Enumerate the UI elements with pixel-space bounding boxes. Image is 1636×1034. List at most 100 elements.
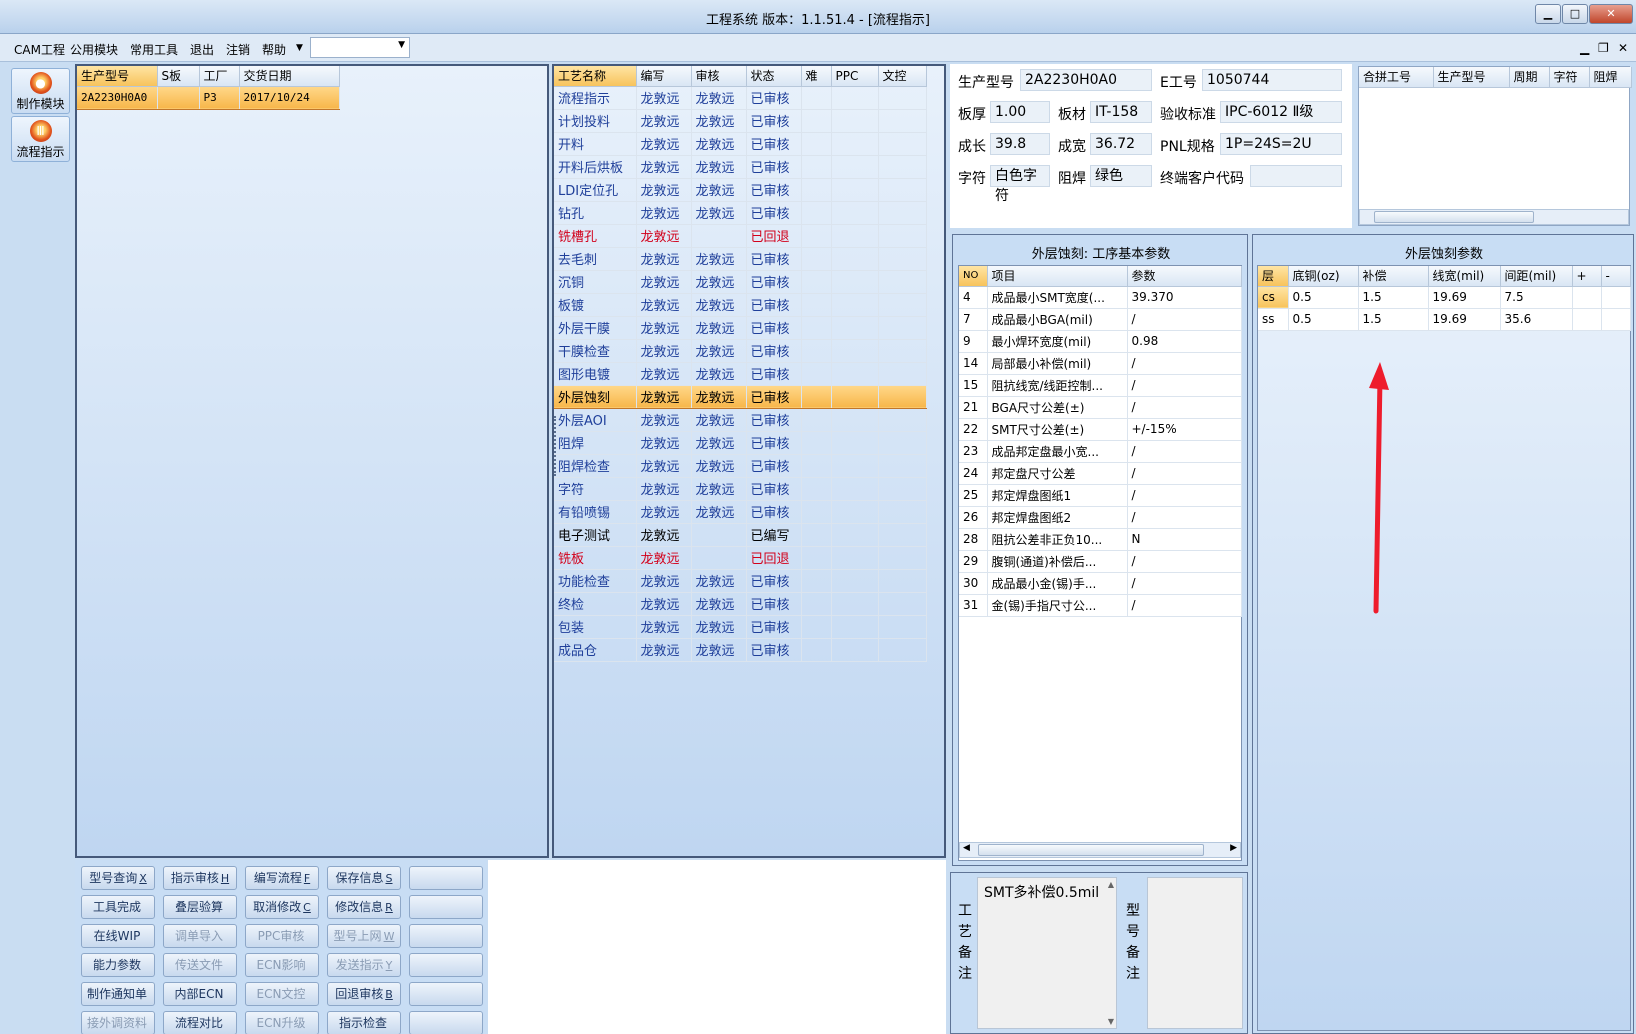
table-row[interactable]: 成品仓 龙敦远 龙敦远 已审核 [554, 638, 927, 662]
menu-common-modules[interactable]: 公用模块 [70, 41, 118, 58]
table-row[interactable]: 4 成品最小SMT宽度(... 39.370 [959, 286, 1242, 309]
action-button-7[interactable]: 取消修改 C [245, 895, 319, 919]
make-module-button[interactable]: ● 制作模块 [11, 68, 70, 114]
orders-col-delivery[interactable]: 交货日期 [239, 66, 340, 87]
table-row[interactable]: 9 最小焊环宽度(mil) 0.98 [959, 330, 1242, 353]
blank-button-24[interactable] [409, 982, 483, 1006]
action-button-3[interactable]: 保存信息 S [327, 866, 401, 890]
field-width[interactable]: 36.72 [1090, 133, 1152, 155]
merge-col-model[interactable]: 生产型号 [1433, 67, 1510, 88]
blank-button-9[interactable] [409, 895, 483, 919]
table-row[interactable]: 15 阻抗线宽/线距控制... / [959, 374, 1242, 397]
field-material[interactable]: IT-158 [1090, 101, 1152, 123]
field-acceptance[interactable]: IPC-6012 Ⅱ级 [1220, 101, 1342, 123]
minimize-button[interactable]: ▁ [1535, 4, 1561, 24]
scroll-down-icon[interactable]: ▼ [1108, 1017, 1114, 1026]
table-row[interactable]: 7 成品最小BGA(mil) / [959, 308, 1242, 331]
process-col-reviewer[interactable]: 审核 [691, 66, 747, 87]
process-col-doc-control[interactable]: 文控 [878, 66, 927, 87]
action-button-1[interactable]: 指示审核 H [163, 866, 237, 890]
mdi-restore-icon[interactable]: ❐ [1598, 41, 1609, 55]
table-row[interactable]: 铣槽孔 龙敦远 已回退 [554, 224, 927, 248]
action-button-27[interactable]: ECN升级 [245, 1011, 319, 1034]
flow-indication-button[interactable]: Ⅲ 流程指示 [11, 116, 70, 162]
blank-button-4[interactable] [409, 866, 483, 890]
etch-col-line-width[interactable]: 线宽(mil) [1428, 266, 1501, 287]
blank-button-29[interactable] [409, 1011, 483, 1034]
table-row[interactable]: 开料后烘板 龙敦远 龙敦远 已审核 [554, 155, 927, 179]
splitter-handle[interactable] [554, 416, 558, 476]
action-button-20[interactable]: 制作通知单 [81, 982, 155, 1006]
table-row[interactable]: 31 金(锡)手指尺寸公... / [959, 594, 1242, 617]
maximize-button[interactable]: □ [1562, 4, 1588, 24]
action-button-25[interactable]: 接外调资料 [81, 1011, 155, 1034]
field-pnl[interactable]: 1P=24S=2U [1220, 133, 1342, 155]
table-row[interactable]: 21 BGA尺寸公差(±) / [959, 396, 1242, 419]
mdi-minimize-icon[interactable]: ▁ [1580, 41, 1589, 55]
action-button-28[interactable]: 指示检查 [327, 1011, 401, 1034]
table-row[interactable]: 流程指示 龙敦远 龙敦远 已审核 [554, 86, 927, 110]
table-row[interactable]: 开料 龙敦远 龙敦远 已审核 [554, 132, 927, 156]
blank-button-14[interactable] [409, 924, 483, 948]
action-button-26[interactable]: 流程对比 [163, 1011, 237, 1034]
process-col-ppc[interactable]: PPC [831, 66, 879, 87]
table-row[interactable]: 钻孔 龙敦远 龙敦远 已审核 [554, 201, 927, 225]
table-row[interactable]: 干膜检查 龙敦远 龙敦远 已审核 [554, 339, 927, 363]
action-button-22[interactable]: ECN文控 [245, 982, 319, 1006]
action-button-16[interactable]: 传送文件 [163, 953, 237, 977]
etch-col-spacing[interactable]: 间距(mil) [1500, 266, 1573, 287]
action-button-12[interactable]: PPC审核 [245, 924, 319, 948]
merge-col-soldermask[interactable]: 阻焊 [1589, 67, 1632, 88]
basic-col-param[interactable]: 参数 [1127, 266, 1242, 287]
etch-col-minus[interactable]: - [1601, 266, 1631, 287]
scrollbar-thumb[interactable] [978, 844, 1204, 856]
process-col-status[interactable]: 状态 [746, 66, 802, 87]
process-col-difficulty[interactable]: 难 [801, 66, 832, 87]
table-row[interactable]: 26 邦定焊盘图纸2/ [959, 506, 1242, 529]
table-row[interactable]: 2A2230H0A0 P3 2017/10/24 [77, 85, 340, 110]
etch-col-plus[interactable]: + [1572, 266, 1602, 287]
model-remark-textarea[interactable] [1147, 877, 1243, 1029]
table-row[interactable]: 外层蚀刻 龙敦远 龙敦远 已审核 [554, 384, 927, 409]
process-remark-textarea[interactable]: SMT多补偿0.5mil ▲ ▼ [977, 877, 1117, 1029]
table-row[interactable]: 29 腹铜(通道)补偿后... / [959, 550, 1242, 573]
process-col-writer[interactable]: 编写 [636, 66, 692, 87]
etch-col-layer[interactable]: 层 [1258, 266, 1289, 287]
table-row[interactable]: 阻焊 龙敦远 龙敦远 已审核 [554, 431, 927, 455]
menu-logout[interactable]: 注销 [226, 41, 250, 58]
scroll-left-icon[interactable]: ◀ [963, 843, 970, 853]
field-silkscreen[interactable]: 白色字符 [990, 165, 1050, 204]
action-button-0[interactable]: 型号查询 X [81, 866, 155, 890]
field-thickness[interactable]: 1.00 [990, 101, 1050, 123]
table-row[interactable]: 14 局部最小补偿(mil) / [959, 352, 1242, 375]
menu-exit[interactable]: 退出 [190, 41, 214, 58]
table-row[interactable]: 23 成品邦定盘最小宽... / [959, 440, 1242, 463]
field-end-customer[interactable] [1250, 165, 1342, 187]
table-row[interactable]: 板镀 龙敦远 龙敦远 已审核 [554, 293, 927, 317]
table-row[interactable]: 25 邦定焊盘图纸1/ [959, 484, 1242, 507]
table-row[interactable]: 有铅喷锡 龙敦远 龙敦远 已审核 [554, 500, 927, 524]
menu-help-dropdown-icon[interactable]: ▼ [296, 43, 303, 53]
basic-col-item[interactable]: 项目 [987, 266, 1128, 287]
scroll-up-icon[interactable]: ▲ [1108, 880, 1114, 889]
table-row[interactable]: 24 邦定盘尺寸公差 / [959, 462, 1242, 485]
action-button-6[interactable]: 叠层验算 [163, 895, 237, 919]
action-button-17[interactable]: ECN影响 [245, 953, 319, 977]
merge-col-silkscreen[interactable]: 字符 [1549, 67, 1590, 88]
table-row[interactable]: 外层干膜 龙敦远 龙敦远 已审核 [554, 316, 927, 340]
orders-col-s-board[interactable]: S板 [157, 66, 200, 87]
merge-col-job[interactable]: 合拼工号 [1359, 67, 1434, 88]
menu-help[interactable]: 帮助 [262, 41, 286, 58]
basic-col-no[interactable]: NO [959, 266, 988, 287]
table-row[interactable]: 图形电镀 龙敦远 龙敦远 已审核 [554, 362, 927, 386]
merge-col-cycle[interactable]: 周期 [1509, 67, 1550, 88]
action-button-10[interactable]: 在线WIP [81, 924, 155, 948]
table-row[interactable]: 外层AOI 龙敦远 龙敦远 已审核 [554, 408, 927, 432]
table-row[interactable]: 包装 龙敦远 龙敦远 已审核 [554, 615, 927, 639]
table-row[interactable]: LDI定位孔 龙敦远 龙敦远 已审核 [554, 178, 927, 202]
action-button-18[interactable]: 发送指示 Y [327, 953, 401, 977]
action-button-11[interactable]: 调单导入 [163, 924, 237, 948]
action-button-15[interactable]: 能力参数 [81, 953, 155, 977]
field-length[interactable]: 39.8 [990, 133, 1050, 155]
field-model[interactable]: 2A2230H0A0 [1020, 69, 1152, 91]
